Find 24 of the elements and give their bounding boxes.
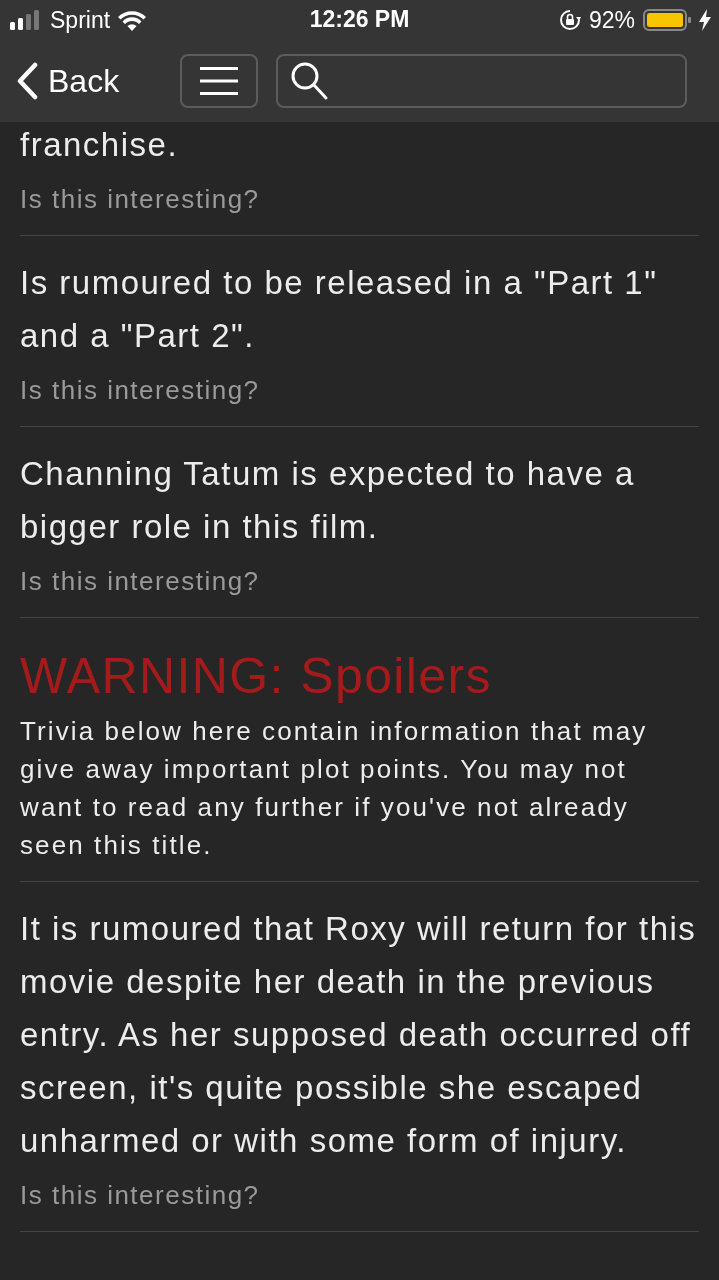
battery-percentage: 92%	[588, 6, 635, 34]
spoiler-warning-text: Trivia below here contain information that may give away important plot points. You may not want to read any further if you've not already seen this title.	[20, 715, 649, 862]
search-field[interactable]	[276, 54, 687, 108]
back-button[interactable]: Back	[16, 62, 124, 100]
trivia-text: franchise.	[20, 125, 180, 165]
spoiler-warning-heading: WARNING: Spoilers	[20, 647, 494, 706]
back-chevron-icon	[16, 62, 38, 100]
interesting-link[interactable]: Is this interesting?	[20, 372, 260, 408]
menu-icon	[200, 67, 238, 95]
carrier-name: Sprint	[50, 6, 111, 34]
battery-icon	[643, 9, 691, 31]
signal-icon	[10, 10, 42, 30]
menu-button[interactable]	[180, 54, 258, 108]
interesting-link[interactable]: Is this interesting?	[20, 563, 260, 599]
trivia-text: Is rumoured to be released in a "Part 1" and a "Part 2".	[20, 263, 659, 356]
charging-bolt-icon	[699, 9, 711, 31]
trivia-text: Channing Tatum is expected to have a bigger role in this film.	[20, 454, 636, 547]
rotation-lock-icon	[558, 9, 581, 31]
clock-time: 12:26 PM	[309, 6, 410, 33]
interesting-link[interactable]: Is this interesting?	[20, 181, 260, 217]
interesting-link[interactable]: Is this interesting?	[20, 1177, 260, 1213]
search-icon	[290, 61, 328, 101]
trivia-text: It is rumoured that Roxy will return for this movie despite her death in the previous entry. As her supposed death occurred off screen, it's quite possible she escaped unharmed or with some form of injury.	[20, 909, 698, 1161]
wifi-icon	[118, 9, 147, 31]
